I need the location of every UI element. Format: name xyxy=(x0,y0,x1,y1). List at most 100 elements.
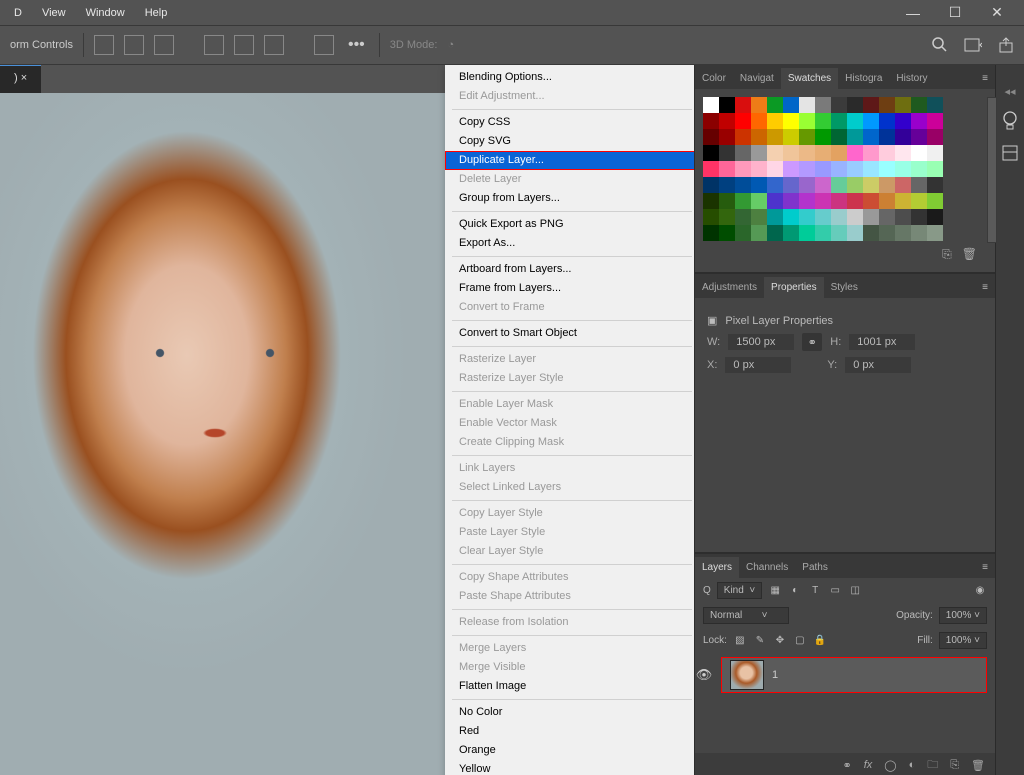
swatch[interactable] xyxy=(799,113,815,129)
panel-flyout-icon[interactable]: ≡ xyxy=(975,557,995,578)
swatch[interactable] xyxy=(703,145,719,161)
swatch[interactable] xyxy=(799,225,815,241)
lock-all-icon[interactable]: 🔒 xyxy=(813,634,827,648)
swatch[interactable] xyxy=(783,145,799,161)
mask-icon[interactable]: ◯ xyxy=(884,759,896,772)
ctx-quick-export-as-png[interactable]: Quick Export as PNG xyxy=(445,215,694,234)
swatch[interactable] xyxy=(767,129,783,145)
ctx-orange[interactable]: Orange xyxy=(445,741,694,760)
blend-mode-select[interactable]: Normal ˅ xyxy=(703,607,789,624)
swatch[interactable] xyxy=(783,113,799,129)
swatch[interactable] xyxy=(911,225,927,241)
swatch[interactable] xyxy=(879,161,895,177)
swatch[interactable] xyxy=(735,177,751,193)
swatch[interactable] xyxy=(703,193,719,209)
swatch[interactable] xyxy=(847,225,863,241)
swatch[interactable] xyxy=(847,145,863,161)
ctx-group-from-layers[interactable]: Group from Layers... xyxy=(445,189,694,208)
tab-navigator[interactable]: Navigat xyxy=(733,68,781,89)
layer-filter-icon[interactable]: Q xyxy=(703,585,711,596)
swatch[interactable] xyxy=(815,129,831,145)
swatch[interactable] xyxy=(895,193,911,209)
ctx-red[interactable]: Red xyxy=(445,722,694,741)
tab-styles[interactable]: Styles xyxy=(824,277,865,298)
swatch[interactable] xyxy=(783,97,799,113)
lock-pixels-icon[interactable]: ▨ xyxy=(733,634,747,648)
swatch[interactable] xyxy=(799,193,815,209)
swatch[interactable] xyxy=(911,209,927,225)
expand-dock-icon[interactable]: ◂◂ xyxy=(1004,85,1015,98)
swatch[interactable] xyxy=(751,209,767,225)
align-center-icon[interactable] xyxy=(124,35,144,55)
swatch[interactable] xyxy=(799,161,815,177)
layer-name[interactable]: 1 xyxy=(772,669,778,681)
swatch[interactable] xyxy=(895,145,911,161)
swatch[interactable] xyxy=(719,145,735,161)
swatch[interactable] xyxy=(815,161,831,177)
swatch[interactable] xyxy=(783,209,799,225)
lock-position-icon[interactable]: ✥ xyxy=(773,634,787,648)
swatch[interactable] xyxy=(783,193,799,209)
3d-orbit-icon[interactable]: ◔ xyxy=(447,39,454,51)
swatch[interactable] xyxy=(719,161,735,177)
tab-paths[interactable]: Paths xyxy=(795,557,835,578)
fill-value[interactable]: 100% ˅ xyxy=(939,632,987,649)
swatch[interactable] xyxy=(735,193,751,209)
swatch[interactable] xyxy=(863,177,879,193)
swatch[interactable] xyxy=(799,97,815,113)
swatch[interactable] xyxy=(911,113,927,129)
swatch[interactable] xyxy=(831,145,847,161)
new-swatch-icon[interactable]: ⎘ xyxy=(942,247,952,262)
lock-brush-icon[interactable]: ✎ xyxy=(753,634,767,648)
swatch[interactable] xyxy=(863,97,879,113)
ctx-convert-to-smart-object[interactable]: Convert to Smart Object xyxy=(445,324,694,343)
new-layer-icon[interactable]: ⎘ xyxy=(950,759,959,772)
swatch[interactable] xyxy=(863,225,879,241)
swatch[interactable] xyxy=(847,129,863,145)
filter-pixel-icon[interactable]: ▦ xyxy=(768,584,782,598)
ctx-blending-options[interactable]: Blending Options... xyxy=(445,68,694,87)
swatch[interactable] xyxy=(767,209,783,225)
x-value[interactable]: 0 px xyxy=(725,357,791,373)
swatch[interactable] xyxy=(751,193,767,209)
swatch[interactable] xyxy=(767,225,783,241)
swatch[interactable] xyxy=(847,193,863,209)
swatch[interactable] xyxy=(799,129,815,145)
swatch[interactable] xyxy=(719,113,735,129)
panel-flyout-icon[interactable]: ≡ xyxy=(975,277,995,298)
swatch[interactable] xyxy=(799,177,815,193)
filter-type-icon[interactable]: T xyxy=(808,584,822,598)
filter-toggle-icon[interactable]: ◉ xyxy=(973,584,987,598)
menu-window[interactable]: Window xyxy=(78,4,133,22)
swatch[interactable] xyxy=(751,161,767,177)
swatch[interactable] xyxy=(831,97,847,113)
menu-d[interactable]: D xyxy=(6,4,30,22)
swatch[interactable] xyxy=(719,129,735,145)
swatch[interactable] xyxy=(815,209,831,225)
swatch[interactable] xyxy=(847,161,863,177)
swatch[interactable] xyxy=(751,97,767,113)
libraries-icon[interactable] xyxy=(1001,144,1019,162)
layer-kind-select[interactable]: Kind ˅ xyxy=(717,582,762,599)
share-icon[interactable] xyxy=(998,37,1014,53)
y-value[interactable]: 0 px xyxy=(845,357,911,373)
tab-adjustments[interactable]: Adjustments xyxy=(695,277,764,298)
swatch[interactable] xyxy=(927,177,943,193)
swatch[interactable] xyxy=(831,161,847,177)
link-layers-icon[interactable]: ⚭ xyxy=(842,759,851,772)
swatch[interactable] xyxy=(703,129,719,145)
swatch[interactable] xyxy=(703,225,719,241)
swatch[interactable] xyxy=(847,177,863,193)
swatch[interactable] xyxy=(863,193,879,209)
swatch[interactable] xyxy=(911,145,927,161)
ctx-copy-svg[interactable]: Copy SVG xyxy=(445,132,694,151)
ctx-frame-from-layers[interactable]: Frame from Layers... xyxy=(445,279,694,298)
doc-tab[interactable]: ) × xyxy=(0,65,41,94)
swatch[interactable] xyxy=(879,129,895,145)
filter-shape-icon[interactable]: ▭ xyxy=(828,584,842,598)
delete-swatch-icon[interactable]: 🗑 xyxy=(962,247,977,262)
swatch[interactable] xyxy=(879,193,895,209)
panel-flyout-icon[interactable]: ≡ xyxy=(975,68,995,89)
swatch[interactable] xyxy=(799,209,815,225)
swatch[interactable] xyxy=(911,193,927,209)
